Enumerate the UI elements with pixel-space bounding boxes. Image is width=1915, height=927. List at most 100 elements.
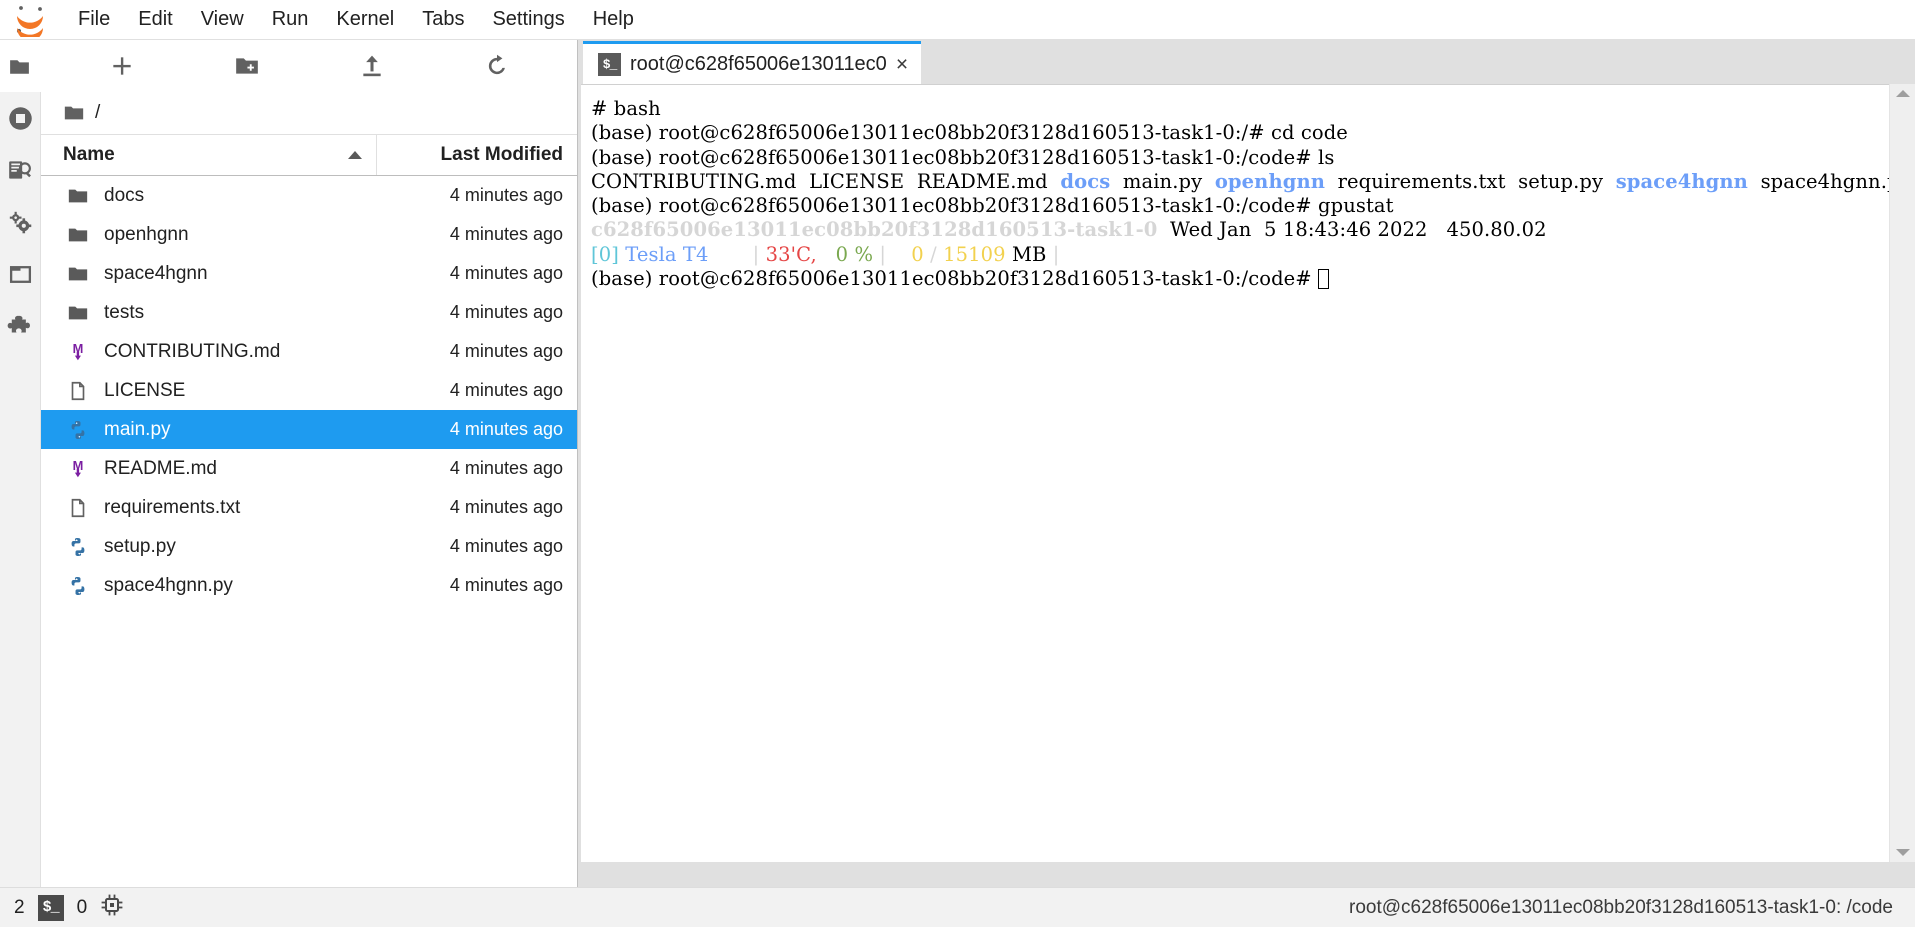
terminal-icon[interactable]: $_ — [37, 894, 64, 921]
menu-file[interactable]: File — [64, 5, 124, 34]
sidebar-item-open-tabs[interactable] — [0, 248, 41, 300]
terminal-output[interactable]: # bash (base) root@c628f65006e13011ec08b… — [581, 84, 1889, 862]
file-name: README.md — [104, 457, 217, 479]
file-list-item[interactable]: space4hgnn.py 4 minutes ago — [41, 566, 577, 605]
scroll-down-icon[interactable] — [1895, 849, 1910, 856]
file-list-item[interactable]: openhgnn 4 minutes ago — [41, 215, 577, 254]
menu-view[interactable]: View — [187, 5, 258, 34]
tab-bar: $_ root@c628f65006e13011ec0 × — [578, 40, 1915, 84]
file-last-modified: 4 minutes ago — [449, 380, 563, 400]
status-left-group: 2 $_ 0 — [14, 893, 124, 923]
menu-kernel[interactable]: Kernel — [322, 5, 408, 34]
ls-entry-main: main.py — [1122, 169, 1203, 193]
gpustat-header: c628f65006e13011ec08bb20f3128d160513-tas… — [591, 218, 1889, 242]
terminal-scrollbar[interactable] — [1889, 84, 1915, 862]
activity-bar — [0, 40, 41, 887]
new-launcher-button[interactable] — [59, 46, 184, 86]
menu-help[interactable]: Help — [579, 5, 648, 34]
gpustat-hostname: c628f65006e13011ec08bb20f3128d160513-tas… — [591, 218, 1158, 242]
new-folder-button[interactable] — [184, 46, 309, 86]
python-icon — [65, 536, 91, 558]
file-last-modified: 4 minutes ago — [449, 575, 563, 595]
kernel-count[interactable]: 2 — [14, 897, 25, 919]
file-list-item[interactable]: setup.py 4 minutes ago — [41, 527, 577, 566]
file-last-modified: 4 minutes ago — [449, 497, 563, 517]
file-name: setup.py — [104, 535, 176, 557]
command-text: ls — [1318, 145, 1335, 169]
sidebar-item-file-browser[interactable] — [0, 40, 41, 92]
prompt-host: root@c628f65006e13011ec08bb20f3128d16051… — [658, 267, 1319, 291]
refresh-button[interactable] — [434, 46, 559, 86]
file-list-item[interactable]: space4hgnn 4 minutes ago — [41, 254, 577, 293]
menu-edit[interactable]: Edit — [124, 5, 186, 34]
file-list-item[interactable]: M CONTRIBUTING.md 4 minutes ago — [41, 332, 577, 371]
tab-terminal[interactable]: $_ root@c628f65006e13011ec0 × — [583, 41, 922, 84]
folder-icon — [65, 224, 91, 246]
status-path: root@c628f65006e13011ec08bb20f3128d16051… — [1349, 896, 1893, 918]
python-icon — [65, 575, 91, 597]
command-text: gpustat — [1318, 194, 1394, 218]
upload-icon — [362, 55, 381, 77]
menu-run[interactable]: Run — [258, 5, 323, 34]
file-name: openhgnn — [104, 223, 189, 245]
ls-entry-contributing: CONTRIBUTING.md — [591, 169, 797, 193]
scroll-up-icon[interactable] — [1895, 90, 1910, 97]
status-bar: 2 $_ 0 root@c628f65006e13011ec08bb20f312… — [0, 887, 1915, 927]
jupyter-logo-icon — [10, 3, 50, 41]
sidebar-item-extension-manager[interactable] — [0, 300, 41, 352]
main-dock-area: $_ root@c628f65006e13011ec0 × # bash (ba… — [578, 40, 1915, 887]
file-list-item[interactable]: requirements.txt 4 minutes ago — [41, 488, 577, 527]
file-last-modified: 4 minutes ago — [449, 302, 563, 322]
menu-tabs[interactable]: Tabs — [408, 5, 478, 34]
file-name: CONTRIBUTING.md — [104, 340, 281, 362]
close-icon[interactable]: × — [896, 54, 908, 75]
file-list-item[interactable]: docs 4 minutes ago — [41, 176, 577, 215]
file-name: space4hgnn.py — [104, 574, 233, 596]
breadcrumb[interactable]: / — [41, 92, 577, 134]
command-palette-icon — [9, 161, 31, 179]
column-header-last-modified[interactable]: Last Modified — [377, 144, 577, 166]
file-list-item[interactable]: LICENSE 4 minutes ago — [41, 371, 577, 410]
terminal-line: (base) root@c628f65006e13011ec08bb20f312… — [591, 146, 1889, 170]
folder-icon — [10, 59, 29, 74]
gpustat-driver-version: 450.80.02 — [1446, 218, 1547, 242]
file-list-item[interactable]: M README.md 4 minutes ago — [41, 449, 577, 488]
terminal-count[interactable]: 0 — [77, 897, 88, 919]
gpustat-separator: | — [752, 242, 760, 266]
command-text: cd code — [1270, 121, 1348, 145]
terminal-prompt-line: (base) root@c628f65006e13011ec08bb20f312… — [591, 267, 1889, 291]
ls-entry-openhgnn: openhgnn — [1214, 169, 1326, 193]
column-header-name[interactable]: Name — [41, 135, 377, 175]
refresh-icon — [488, 54, 505, 75]
sidebar-item-property-inspector[interactable] — [0, 196, 41, 248]
gpustat-utilization: 0 % — [835, 242, 874, 266]
terminal-line: (base) root@c628f65006e13011ec08bb20f312… — [591, 194, 1889, 218]
ls-entry-readme: README.md — [916, 169, 1048, 193]
prompt-host: root@c628f65006e13011ec08bb20f3128d16051… — [658, 121, 1271, 145]
prompt-host: root@c628f65006e13011ec08bb20f3128d16051… — [658, 194, 1319, 218]
cpu-chip-icon[interactable] — [100, 893, 124, 923]
terminal-line: # bash — [591, 97, 1889, 121]
puzzle-piece-icon — [7, 315, 30, 333]
bash-banner: # bash — [591, 97, 661, 120]
terminal-icon: $_ — [598, 52, 621, 76]
ls-entry-docs: docs — [1060, 169, 1111, 193]
file-list-item[interactable]: tests 4 minutes ago — [41, 293, 577, 332]
sidebar-item-running-terminals[interactable] — [0, 92, 41, 144]
python-icon — [65, 419, 91, 441]
gpustat-separator: | — [879, 242, 887, 266]
file-last-modified: 4 minutes ago — [449, 263, 563, 283]
ls-entry-space4hgnn-py: space4hgnn.py — [1760, 169, 1889, 193]
folder-icon — [65, 185, 91, 207]
sidebar-item-command-palette[interactable] — [0, 144, 41, 196]
gpustat-temperature: 33'C, — [765, 242, 817, 266]
menu-settings[interactable]: Settings — [478, 5, 578, 34]
ls-entry-requirements: requirements.txt — [1337, 169, 1506, 193]
file-name: LICENSE — [104, 379, 186, 401]
file-list-item[interactable]: main.py 4 minutes ago — [41, 410, 577, 449]
new-folder-icon — [235, 58, 258, 74]
menu-bar: File Edit View Run Kernel Tabs Settings … — [0, 0, 1915, 41]
upload-files-button[interactable] — [309, 46, 434, 86]
tab-terminal-label: root@c628f65006e13011ec0 — [630, 52, 887, 75]
file-name: tests — [104, 301, 145, 323]
